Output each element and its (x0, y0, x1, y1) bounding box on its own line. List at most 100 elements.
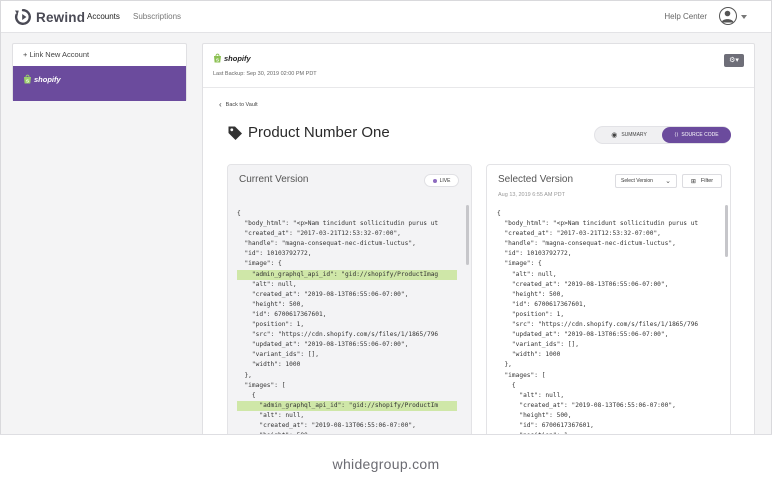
select-version-dropdown[interactable]: Select Version ⌄ (615, 174, 677, 188)
watermark: whidegroup.com (332, 456, 440, 472)
code-line: "alt": null, (497, 270, 557, 278)
code-line: { (237, 391, 256, 399)
code-line: "created_at": "2019-08-13T06:55:06-07:00… (237, 421, 416, 429)
code-line: "images": [ (237, 381, 286, 389)
code-line: "created_at": "2019-08-13T06:55:06-07:00… (497, 280, 669, 288)
store-label: shopify (224, 53, 251, 63)
back-label: Back to Vault (225, 101, 258, 108)
code-line: "handle": "magna-consequat-nec-dictum-lu… (237, 240, 416, 248)
main-panel: S shopify Last Backup: Sep 30, 2019 02:0… (202, 43, 755, 435)
nav-accounts[interactable]: Accounts (87, 12, 120, 21)
shopify-logo: S shopify (23, 74, 61, 84)
code-line: { (497, 381, 516, 389)
code-line: "id": 6700617367601, (237, 310, 327, 318)
link-new-account-button[interactable]: + Link New Account (23, 50, 89, 59)
live-badge: LIVE (424, 174, 459, 187)
logo-text: Rewind (36, 9, 86, 25)
code-line: "created_at": "2017-03-21T12:53:32-07:00… (237, 230, 401, 238)
code-icon: ⟨⟩ (674, 132, 679, 138)
code-line: "alt": null, (497, 391, 565, 399)
shopify-label: shopify (34, 74, 61, 84)
filter-icon: ⊞ (690, 178, 696, 185)
code-line: "created_at": "2019-08-13T06:55:06-07:00… (237, 290, 409, 298)
code-line: "created_at": "2019-08-13T06:55:06-07:00… (497, 401, 676, 409)
code-line: "width": 1000 (497, 351, 561, 359)
product-title: Product Number One (248, 124, 390, 141)
help-center-link[interactable]: Help Center (664, 12, 707, 21)
top-nav: Rewind Accounts Subscriptions Help Cente… (1, 1, 771, 33)
svg-text:S: S (216, 57, 219, 62)
nav-subscriptions[interactable]: Subscriptions (133, 12, 181, 21)
app-window: Rewind Accounts Subscriptions Help Cente… (0, 0, 772, 436)
code-line: "alt": null, (237, 411, 305, 419)
rewind-logo[interactable]: Rewind (14, 7, 85, 27)
current-version-title: Current Version (239, 174, 309, 185)
code-line: "body_html": "<p>Nam tincidunt sollicitu… (497, 220, 699, 228)
code-line: "position": 1, (237, 321, 305, 329)
selected-version-panel: Selected Version Aug 13, 2019 6:55 AM PD… (486, 164, 731, 435)
eye-icon: ◉ (611, 132, 618, 139)
tag-icon (228, 126, 242, 140)
settings-button[interactable]: ⚙▾ (724, 54, 744, 67)
code-line: }, (497, 361, 512, 369)
code-line-highlighted: "admin_graphql_api_id": "gid://shopify/P… (237, 269, 457, 280)
code-line: "variant_ids": [], (237, 351, 319, 359)
shopify-bag-icon: S (214, 53, 221, 63)
selected-code-block[interactable]: { "body_html": "<p>Nam tincidunt sollici… (497, 209, 715, 435)
rewind-icon (14, 9, 31, 25)
tab-summary[interactable]: ◉ SUMMARY (595, 127, 663, 143)
scrollbar[interactable] (466, 205, 469, 265)
code-line: "updated_at": "2019-08-13T06:55:06-07:00… (237, 341, 409, 349)
tab-source-code[interactable]: ⟨⟩ SOURCE CODE (662, 127, 731, 143)
store-header: S shopify Last Backup: Sep 30, 2019 02:0… (203, 44, 754, 88)
code-line: "images": [ (497, 371, 546, 379)
code-line: "body_html": "<p>Nam tincidunt sollicitu… (237, 220, 439, 228)
gear-icon: ⚙▾ (729, 57, 739, 64)
code-line: "id": 10103792772, (497, 250, 572, 258)
chevron-down-icon: ⌄ (665, 178, 671, 185)
code-line: "handle": "magna-consequat-nec-dictum-lu… (497, 240, 676, 248)
code-line: "variant_ids": [], (497, 341, 579, 349)
selected-version-title: Selected Version (498, 174, 574, 185)
code-line: "image": { (497, 260, 542, 268)
code-line: "position": 1, (497, 310, 565, 318)
code-line: }, (237, 371, 252, 379)
code-line: "src": "https://cdn.shopify.com/s/files/… (237, 331, 439, 339)
filter-label: Filter (700, 178, 714, 184)
chevron-left-icon: ‹ (219, 100, 222, 109)
back-to-vault-link[interactable]: ‹ Back to Vault (219, 100, 258, 109)
code-line: "id": 6700617367601, (497, 421, 594, 429)
code-line: "src": "https://cdn.shopify.com/s/files/… (497, 321, 699, 329)
live-dot-icon (432, 178, 437, 183)
scrollbar[interactable] (725, 205, 728, 257)
code-line: "height": 500, (497, 411, 572, 419)
select-version-label: Select Version (621, 178, 653, 184)
code-line: { (237, 210, 241, 217)
shopify-logo: S shopify (213, 53, 251, 63)
code-line-highlighted: "admin_graphql_api_id": "gid://shopify/P… (237, 400, 457, 411)
sidebar: + Link New Account S shopify (12, 43, 187, 101)
tab-summary-label: SUMMARY (621, 132, 647, 138)
code-line: "width": 1000 (237, 361, 301, 369)
page-title: Product Number One (227, 124, 390, 141)
chevron-down-icon[interactable] (741, 15, 747, 19)
current-version-panel: Current Version LIVE { "body_html": "<p>… (227, 164, 472, 435)
code-line: "alt": null, (237, 280, 297, 288)
filter-button[interactable]: ⊞ Filter (682, 174, 722, 188)
tab-source-label: SOURCE CODE (681, 132, 719, 138)
user-icon (721, 10, 734, 23)
code-line: "id": 6700617367601, (497, 300, 587, 308)
code-line: "height": 500, (497, 290, 565, 298)
shopify-bag-icon: S (24, 74, 31, 84)
svg-text:S: S (26, 78, 29, 83)
view-toggle: ◉ SUMMARY ⟨⟩ SOURCE CODE (594, 126, 731, 144)
code-line: "image": { (237, 260, 282, 268)
current-code-block[interactable]: { "body_html": "<p>Nam tincidunt sollici… (237, 209, 457, 435)
sidebar-item-shopify[interactable]: S shopify (13, 66, 186, 101)
selected-version-date: Aug 13, 2019 6:55 AM PDT (498, 192, 565, 198)
user-avatar-icon[interactable] (719, 7, 737, 25)
live-label: LIVE (439, 177, 451, 184)
code-line: "id": 10103792772, (237, 250, 312, 258)
code-line: "created_at": "2017-03-21T12:53:32-07:00… (497, 230, 661, 238)
code-line: { (497, 210, 501, 217)
